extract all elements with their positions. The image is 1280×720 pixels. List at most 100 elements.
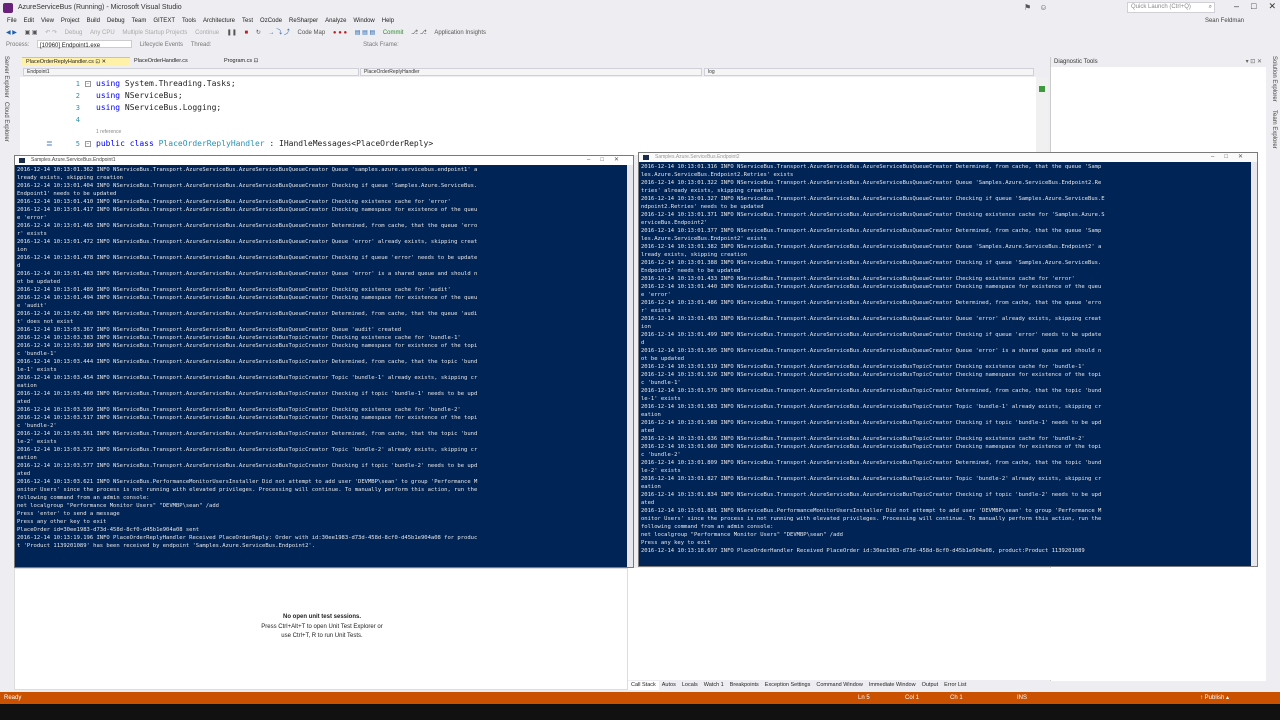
menu-project[interactable]: Project: [61, 16, 80, 27]
stack-frame-label[interactable]: Stack Frame:: [363, 40, 399, 51]
tab-label: PlaceOrderReplyHandler.cs: [26, 59, 94, 65]
tab-placeorderhandler[interactable]: PlaceOrderHandler.cs: [130, 57, 220, 66]
team-explorer-tab[interactable]: Team Explorer: [1271, 110, 1277, 149]
pause-icon[interactable]: ❚❚: [227, 27, 237, 40]
undo-icon[interactable]: ↶ ↷: [45, 27, 57, 40]
stop-icon[interactable]: ■: [245, 27, 249, 40]
ozcode-icons[interactable]: ● ● ●: [333, 27, 347, 40]
continue-button[interactable]: Continue: [195, 27, 219, 40]
tab-output[interactable]: Output: [919, 681, 942, 690]
endpoint1-console-window[interactable]: Samples.Azure.ServiceBus.Endpoint1 ‒□✕ 2…: [14, 155, 634, 568]
tab-error-list[interactable]: Error List: [941, 681, 969, 690]
menu-edit[interactable]: Edit: [24, 16, 34, 27]
close-button[interactable]: ✕: [1268, 1, 1276, 12]
window-controls: ‒ □ ✕: [1234, 1, 1276, 12]
thread-label[interactable]: Thread:: [191, 40, 212, 51]
debug-tool-tabs: Call Stack Autos Locals Watch 1 Breakpoints E…: [628, 681, 1266, 690]
publish-button[interactable]: ↑ Publish ▴: [1200, 692, 1229, 704]
menu-test[interactable]: Test: [242, 16, 253, 27]
config-dropdown[interactable]: Debug: [65, 27, 83, 40]
menu-analyze[interactable]: Analyze: [325, 16, 346, 27]
console-window-controls[interactable]: ‒□✕: [1211, 153, 1253, 162]
tab-immediate-window[interactable]: Immediate Window: [866, 681, 919, 690]
menu-build[interactable]: Build: [87, 16, 100, 27]
unit-test-hint-2[interactable]: use Ctrl+T, R to run Unit Tests.: [15, 633, 629, 639]
save-icon[interactable]: ▣ ▣: [25, 27, 38, 40]
platform-dropdown[interactable]: Any CPU: [90, 27, 115, 40]
menu-file[interactable]: File: [7, 16, 17, 27]
quick-launch-input[interactable]: Quick Launch (Ctrl+Q) ⌕: [1127, 2, 1215, 13]
startup-dropdown[interactable]: Multiple Startup Projects: [122, 27, 187, 40]
console-line: 2016-12-14 10:13:01.478 INFO NServiceBus…: [17, 255, 478, 261]
window-title: AzureServiceBus (Running) - Microsoft Vi…: [18, 4, 182, 11]
bookmark-icons[interactable]: ▤ ▤ ▤: [355, 27, 375, 40]
tab-call-stack[interactable]: Call Stack: [628, 681, 659, 690]
endpoint2-console-window[interactable]: Samples.Azure.ServiceBus.Endpoint2 ‒□✕ 2…: [638, 152, 1258, 567]
member-dropdown[interactable]: log: [704, 68, 1034, 76]
console-window-controls[interactable]: ‒□✕: [587, 156, 629, 165]
class-dropdown[interactable]: PlaceOrderReplyHandler: [360, 68, 702, 76]
unit-test-hint-1[interactable]: Press Ctrl+Alt+T to open Unit Test Explo…: [15, 624, 629, 630]
server-explorer-tab[interactable]: Server Explorer: [3, 56, 9, 98]
solution-explorer-tab[interactable]: Solution Explorer: [1271, 56, 1277, 102]
tab-placeorderreplyhandler[interactable]: PlaceOrderReplyHandler.cs ⊡ ✕: [22, 57, 130, 66]
minimize-button[interactable]: ‒: [1234, 1, 1239, 12]
console-line: 2016-12-14 10:13:01.834 INFO NServiceBus…: [641, 492, 1102, 498]
console-line: ion: [641, 324, 651, 330]
console-line: c 'bundle-1': [641, 380, 681, 386]
tab-exception-settings[interactable]: Exception Settings: [762, 681, 814, 690]
tab-command-window[interactable]: Command Window: [813, 681, 865, 690]
menu-help[interactable]: Help: [382, 16, 394, 27]
restart-icon[interactable]: ↻: [256, 27, 261, 40]
menu-ozcode[interactable]: OzCode: [260, 16, 282, 27]
notification-icons[interactable]: ⚑ ☺: [1024, 3, 1051, 12]
collapse-icon[interactable]: −: [85, 81, 91, 87]
console-scrollbar[interactable]: [1251, 162, 1257, 566]
console-line: tries' already exists, skipping creation: [641, 188, 774, 194]
tab-program[interactable]: Program.cs ⊡: [220, 57, 280, 66]
tab-autos[interactable]: Autos: [659, 681, 679, 690]
git-icons[interactable]: ⎇ ⎇: [411, 27, 427, 40]
console-scrollbar[interactable]: [627, 165, 633, 567]
process-dropdown[interactable]: [10960] Endpoint1.exe: [37, 40, 133, 49]
code-editor[interactable]: 1 2 3 4 5 − − ≣ using System.Threading.T…: [20, 77, 1048, 155]
step-icon[interactable]: → ⤵ ⤴: [269, 27, 290, 40]
console-line: 2016-12-14 10:13:01.588 INFO NServiceBus…: [641, 420, 1102, 426]
editor-scrollbar[interactable]: [1036, 77, 1048, 155]
menu-team[interactable]: Team: [132, 16, 147, 27]
tab-breakpoints[interactable]: Breakpoints: [727, 681, 762, 690]
collapse-icon[interactable]: −: [85, 141, 91, 147]
menu-view[interactable]: View: [41, 16, 54, 27]
project-dropdown[interactable]: Endpoint1: [23, 68, 359, 76]
code-map-button[interactable]: Code Map: [298, 27, 326, 40]
reference-codelens[interactable]: 1 reference: [96, 129, 121, 135]
user-name[interactable]: Sean Feldman: [1205, 16, 1244, 27]
console-line: e 'error': [17, 215, 47, 221]
console-line: d: [641, 340, 645, 346]
console-line: Press any key to exit: [641, 540, 711, 546]
navigate-back-icon[interactable]: ◀ ▶: [6, 27, 17, 40]
tab-locals[interactable]: Locals: [679, 681, 701, 690]
console-line: 2016-12-14 10:13:01.465 INFO NServiceBus…: [17, 223, 478, 229]
application-insights-button[interactable]: Application Insights: [434, 27, 486, 40]
commit-button[interactable]: Commit: [383, 27, 404, 40]
menu-gitext[interactable]: GITEXT: [153, 16, 175, 27]
maximize-button[interactable]: □: [1251, 1, 1256, 12]
console-line: 2016-12-14 10:13:03.460 INFO NServiceBus…: [17, 391, 478, 397]
class-map-icon[interactable]: ≣: [46, 139, 54, 148]
console-line: following command from an admin console:: [17, 495, 150, 501]
menu-debug[interactable]: Debug: [107, 16, 125, 27]
editor-navigation-bar: Endpoint1 PlaceOrderReplyHandler log: [20, 67, 1048, 77]
document-tabs: PlaceOrderReplyHandler.cs ⊡ ✕ PlaceOrder…: [14, 57, 1048, 66]
console-line: lready exists, skipping creation: [641, 252, 747, 258]
menu-resharper[interactable]: ReSharper: [289, 16, 318, 27]
console-line: 2016-12-14 10:13:01.417 INFO NServiceBus…: [17, 207, 478, 213]
tab-watch-1[interactable]: Watch 1: [701, 681, 727, 690]
menu-tools[interactable]: Tools: [182, 16, 196, 27]
console-line: 2016-12-14 10:13:01.486 INFO NServiceBus…: [641, 300, 1102, 306]
menu-architecture[interactable]: Architecture: [203, 16, 235, 27]
panel-controls[interactable]: ▾ ⊡ ✕: [1246, 57, 1262, 67]
cloud-explorer-tab[interactable]: Cloud Explorer: [3, 102, 9, 142]
lifecycle-events-button[interactable]: Lifecycle Events: [140, 40, 183, 51]
menu-window[interactable]: Window: [353, 16, 374, 27]
